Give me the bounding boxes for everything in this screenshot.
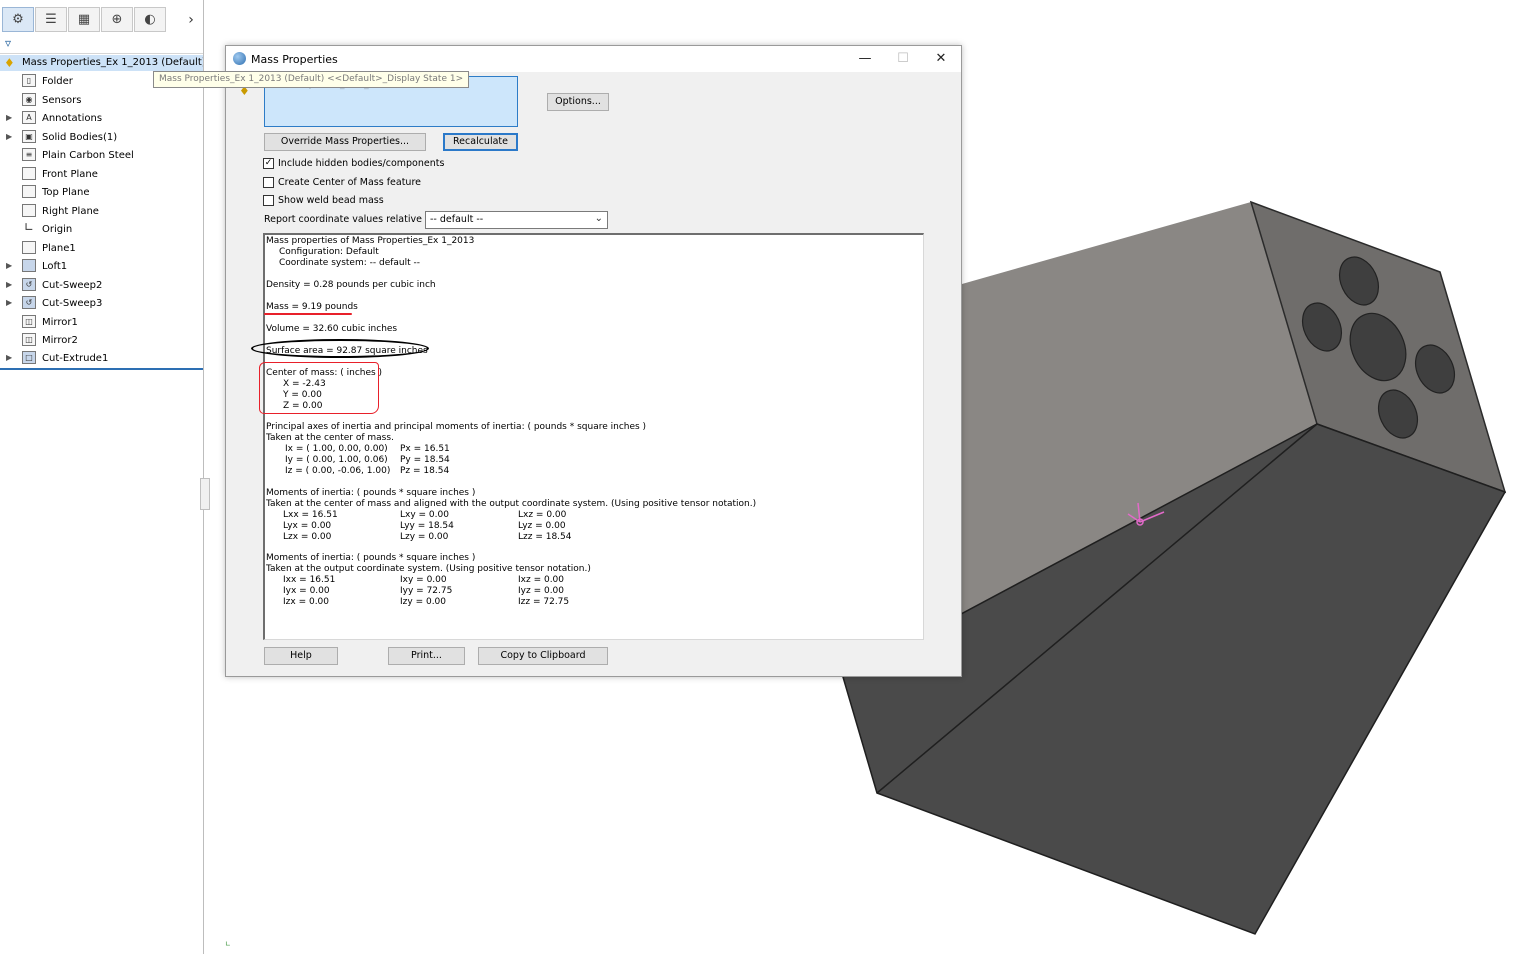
results-moi-value: Lzx = 0.00 bbox=[283, 532, 332, 542]
results-principal-moment: Px = 16.51 bbox=[400, 444, 450, 454]
options-button[interactable]: Options... bbox=[547, 93, 609, 111]
results-principal-axis: Iy = ( 0.00, 1.00, 0.06) bbox=[285, 455, 388, 465]
results-configuration: Configuration: Default bbox=[279, 247, 379, 257]
weld-bead-checkbox[interactable] bbox=[263, 195, 274, 206]
results-principal-axis: Iz = ( 0.00, -0.06, 1.00) bbox=[285, 466, 391, 476]
results-text-area[interactable]: Mass properties of Mass Properties_Ex 1_… bbox=[263, 233, 924, 640]
results-moi-com-header: Moments of inertia: ( pounds * square in… bbox=[266, 488, 476, 498]
chevron-down-icon: ⌄ bbox=[594, 213, 603, 224]
close-button[interactable]: ✕ bbox=[923, 48, 959, 70]
create-com-checkbox[interactable] bbox=[263, 177, 274, 188]
mass-underline-annotation bbox=[264, 313, 352, 315]
results-principal-axis: Ix = ( 1.00, 0.00, 0.00) bbox=[285, 444, 388, 454]
results-moi-value: Ixx = 16.51 bbox=[283, 575, 336, 585]
surface-area-circle-annotation bbox=[251, 339, 429, 358]
results-principal-moment: Pz = 18.54 bbox=[400, 466, 450, 476]
create-com-label: Create Center of Mass feature bbox=[278, 177, 421, 188]
results-moi-out-header: Moments of inertia: ( pounds * square in… bbox=[266, 553, 476, 563]
print-button[interactable]: Print... bbox=[388, 647, 465, 665]
dialog-title: Mass Properties bbox=[251, 53, 338, 66]
results-moi-out-sub: Taken at the output coordinate system. (… bbox=[266, 564, 591, 574]
mass-properties-dialog: Mass Properties — ☐ ✕ ♦ Mass Properties_… bbox=[225, 45, 962, 677]
dialog-titlebar[interactable]: Mass Properties — ☐ ✕ bbox=[226, 46, 961, 72]
results-header: Mass properties of Mass Properties_Ex 1_… bbox=[266, 236, 475, 246]
minimize-button[interactable]: — bbox=[847, 48, 883, 70]
results-mass: Mass = 9.19 pounds bbox=[266, 302, 358, 312]
results-moi-value: Izy = 0.00 bbox=[400, 597, 447, 607]
results-moi-value: Lxy = 0.00 bbox=[400, 510, 449, 520]
results-moi-value: Iyy = 72.75 bbox=[400, 586, 453, 596]
results-moi-value: Ixy = 0.00 bbox=[400, 575, 447, 585]
results-coordinate-system: Coordinate system: -- default -- bbox=[279, 258, 421, 268]
maximize-button[interactable]: ☐ bbox=[885, 48, 921, 70]
results-moi-value: Izx = 0.00 bbox=[283, 597, 330, 607]
include-hidden-checkbox[interactable]: ✓ bbox=[263, 158, 274, 169]
recalculate-button[interactable]: Recalculate bbox=[443, 133, 518, 151]
results-moi-value: Lxx = 16.51 bbox=[283, 510, 338, 520]
results-moi-value: Lzy = 0.00 bbox=[400, 532, 449, 542]
center-of-mass-box-annotation bbox=[259, 362, 379, 414]
results-moi-value: Lxz = 0.00 bbox=[518, 510, 567, 520]
results-principal-sub: Taken at the center of mass. bbox=[266, 433, 394, 443]
results-density: Density = 0.28 pounds per cubic inch bbox=[266, 280, 436, 290]
results-moi-value: Lzz = 18.54 bbox=[518, 532, 572, 542]
results-principal-header: Principal axes of inertia and principal … bbox=[266, 422, 647, 432]
copy-to-clipboard-button[interactable]: Copy to Clipboard bbox=[478, 647, 608, 665]
coordinate-system-value: -- default -- bbox=[430, 214, 484, 225]
results-moi-com-sub: Taken at the center of mass and aligned … bbox=[266, 499, 757, 509]
tree-tooltip: Mass Properties_Ex 1_2013 (Default) <<De… bbox=[153, 71, 470, 88]
coordinate-system-select[interactable]: -- default -- ⌄ bbox=[425, 211, 608, 229]
results-moi-value: Izz = 72.75 bbox=[518, 597, 570, 607]
mass-properties-icon bbox=[233, 52, 246, 65]
results-moi-value: Ixz = 0.00 bbox=[518, 575, 565, 585]
results-principal-moment: Py = 18.54 bbox=[400, 455, 450, 465]
results-moi-value: Lyz = 0.00 bbox=[518, 521, 566, 531]
results-moi-value: Lyx = 0.00 bbox=[283, 521, 332, 531]
weld-bead-label: Show weld bead mass bbox=[278, 195, 384, 206]
results-volume: Volume = 32.60 cubic inches bbox=[266, 324, 398, 334]
override-mass-properties-button[interactable]: Override Mass Properties... bbox=[264, 133, 426, 151]
results-moi-value: Iyx = 0.00 bbox=[283, 586, 330, 596]
results-moi-value: Iyz = 0.00 bbox=[518, 586, 565, 596]
results-moi-value: Lyy = 18.54 bbox=[400, 521, 454, 531]
include-hidden-label: Include hidden bodies/components bbox=[278, 158, 445, 169]
help-button[interactable]: Help bbox=[264, 647, 338, 665]
coordinate-system-label: Report coordinate values relative to: bbox=[264, 214, 438, 225]
